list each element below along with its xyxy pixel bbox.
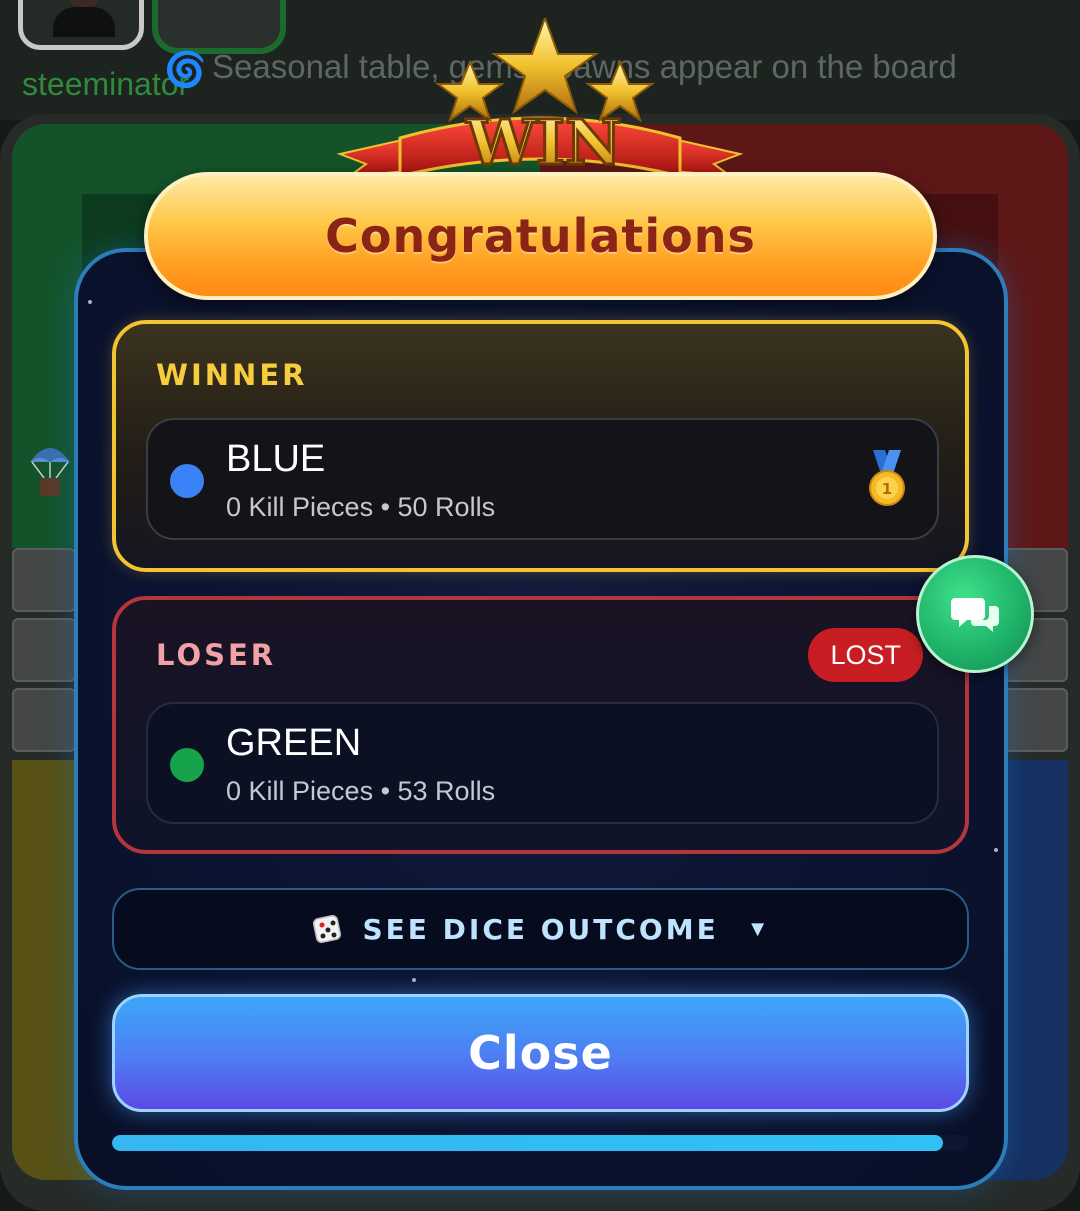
loser-name: GREEN	[226, 722, 362, 764]
chat-bubbles-icon	[951, 598, 999, 632]
loser-stats: 0 Kill Pieces • 53 Rolls	[226, 776, 496, 806]
chat-button[interactable]	[916, 555, 1034, 673]
parachute-icon	[30, 448, 70, 496]
win-emblem: WIN	[336, 18, 744, 181]
close-button-label: Close	[468, 1026, 613, 1080]
modal-title: Congratulations	[325, 209, 756, 263]
opponent-avatar[interactable]	[152, 0, 286, 54]
close-button[interactable]: Close	[112, 994, 969, 1112]
winner-heading: WINNER	[156, 358, 308, 392]
green-player-dot	[170, 748, 204, 782]
lost-badge: LOST	[808, 628, 923, 682]
player-avatar[interactable]	[18, 0, 144, 50]
dice-icon	[313, 914, 342, 944]
win-emblem-text: WIN	[465, 106, 621, 179]
see-dice-outcome-button[interactable]: SEE DICE OUTCOME ▼	[112, 888, 969, 970]
sparkle	[994, 848, 998, 852]
auto-close-progress	[112, 1135, 969, 1151]
see-dice-outcome-label: SEE DICE OUTCOME	[362, 912, 719, 946]
sparkle	[88, 300, 92, 304]
winner-player-row: BLUE 0 Kill Pieces • 50 Rolls 1	[146, 418, 939, 540]
loser-player-row: GREEN 0 Kill Pieces • 53 Rolls	[146, 702, 939, 824]
board-cell	[1004, 688, 1068, 752]
congratulations-banner: Congratulations	[144, 172, 937, 300]
chevron-down-icon: ▼	[746, 916, 769, 941]
board-cell	[12, 618, 76, 682]
winner-stats: 0 Kill Pieces • 50 Rolls	[226, 492, 496, 522]
spiral-icon: 🌀	[164, 51, 207, 89]
winner-card: WINNER BLUE 0 Kill Pieces • 50 Rolls 1	[112, 320, 969, 572]
blue-player-dot	[170, 464, 204, 498]
svg-text:1: 1	[882, 480, 892, 498]
avatar-body	[53, 7, 115, 37]
winner-name: BLUE	[226, 438, 326, 480]
sparkle	[412, 978, 416, 982]
gold-medal-icon: 1	[869, 450, 905, 506]
loser-card: LOSER LOST GREEN 0 Kill Pieces • 53 Roll…	[112, 596, 969, 854]
auto-close-progress-fill	[112, 1135, 944, 1151]
board-cell	[12, 548, 76, 612]
loser-heading: LOSER	[156, 638, 277, 672]
board-cell	[12, 688, 76, 752]
